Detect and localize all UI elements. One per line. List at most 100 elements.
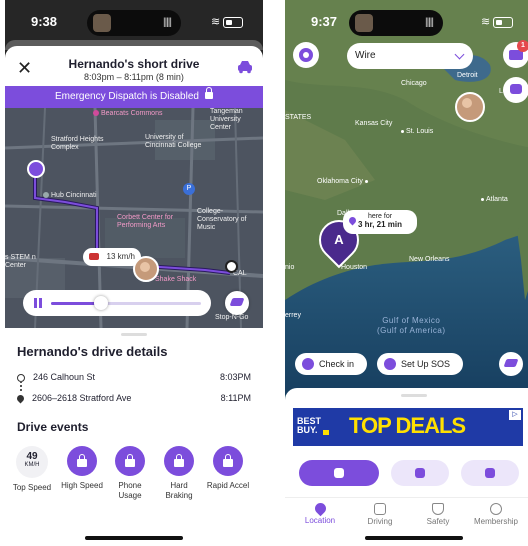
here-for-bubble[interactable]: here for 3 hr, 21 min [343,210,417,234]
playback-knob[interactable] [93,296,108,310]
left-phone-screen: 9:38 ||||| ≋ ✕ Hernando's short drive 8:… [5,0,263,546]
high-speed-lock-badge [67,446,97,476]
tab-safety[interactable]: Safety [409,498,467,526]
dynamic-island: ||||| [349,10,443,36]
circle-selector[interactable]: Wire [347,43,473,69]
map-label-errey: errey [285,312,301,319]
pause-icon[interactable] [33,298,43,308]
dynamic-island: ||||| [87,10,181,36]
activity-thumbnail [93,14,111,32]
drive-time-range: 8:03pm – 8:11pm (8 min) [84,72,184,82]
speed-bubble-text: 13 km/h [106,252,135,261]
sos-icon [384,358,396,370]
people-icon [334,468,344,478]
city-new-orleans: New Orleans [409,256,450,263]
city-kansas-city: Kansas City [355,120,393,127]
lock-icon [174,454,184,467]
event-high-speed[interactable]: High Speed [60,446,104,491]
segment-people[interactable] [299,460,379,486]
emergency-dispatch-banner[interactable]: Emergency Dispatch is Disabled [5,86,263,108]
check-in-button[interactable]: Check in [295,353,367,375]
status-icons: ≋ [211,15,244,28]
circle-selector-value: Wire [355,50,376,61]
map-label-states: STATES [285,114,312,121]
event-phone-usage[interactable]: Phone Usage [108,446,152,501]
car-icon [374,503,386,515]
audio-wave-icon: ||||| [163,17,172,28]
layers-icon[interactable] [225,291,249,315]
layers-icon[interactable] [499,352,523,376]
ad-banner[interactable]: BEST BUY. TOP DEALS ▷ [293,408,523,446]
ad-choices-icon[interactable]: ▷ [509,410,521,420]
mail-badge: 1 [517,40,528,52]
event-label: High Speed [61,481,103,490]
event-label: Hard Braking [165,481,193,500]
membership-badge-icon [490,503,502,515]
check-in-icon [302,358,314,370]
event-label: Top Speed [12,483,52,492]
chevron-down-icon [454,49,465,60]
car-icon[interactable] [237,60,253,74]
home-indicator[interactable] [85,536,183,540]
settings-gear-icon[interactable] [293,42,319,68]
playback-track[interactable] [51,296,201,310]
map-label-shake-shack: Shake Shack [155,276,197,283]
sheet-grip[interactable] [121,333,147,336]
end-marker-icon[interactable] [225,260,238,273]
set-up-sos-button[interactable]: Set Up SOS [377,353,463,375]
audio-wave-icon: ||||| [425,17,434,28]
top-speed-circle: 49 KM/H [16,446,48,478]
map-label-stop-n-go: Stop-N-Go [215,314,249,321]
map-label-uc: University of Cincinnati College [145,134,202,149]
tab-driving[interactable]: Driving [351,498,409,526]
tab-membership[interactable]: Membership [467,498,525,526]
stop-end-time: 8:11PM [220,393,251,403]
segment-items[interactable] [391,460,449,486]
tab-location[interactable]: Location [291,498,349,525]
city-st-louis: St. Louis [401,128,433,135]
route-connector [20,381,24,391]
home-indicator[interactable] [365,536,463,540]
segment-places[interactable] [461,460,519,486]
gulf-label: Gulf of Mexico (Gulf of America) [377,316,446,335]
playback-bar [23,290,211,316]
chat-icon[interactable] [503,77,528,103]
status-time: 9:38 [31,14,58,29]
map-label-conservatory: College-Conservatory of Music [197,208,247,231]
drive-title: Hernando's short drive [68,57,200,71]
stop-start-time: 8:03PM [219,372,251,382]
shield-icon [432,503,444,515]
stop-start: 246 Calhoun St [17,372,95,382]
wifi-icon: ≋ [481,16,491,28]
map-label-hub: Hub Cincinnati [43,192,97,200]
event-top-speed[interactable]: 49 KM/H Top Speed [10,446,54,493]
stop-end: 2606–2618 Stratford Ave [15,393,131,404]
start-marker-icon[interactable] [27,160,45,178]
sheet-grip[interactable] [401,394,427,397]
phone-usage-lock-badge [115,446,145,476]
lock-icon [223,454,233,467]
pin-icon [15,393,26,404]
map-label-stem: s STEM n Center [5,254,36,269]
mini-car-icon [89,253,99,260]
city-chicago: Chicago [401,80,427,87]
map-label-stratford: Stratford Heights Complex [51,136,104,151]
lock-icon [204,87,213,99]
rapid-accel-lock-badge [213,446,243,476]
ad-headline: TOP DEALS [349,413,466,438]
tab-bar: Location Driving Safety Membership [285,497,528,538]
city-detroit: Detroit [457,72,478,79]
right-phone-screen: Chicago Detroit London STATES Kansas Cit… [285,0,528,546]
event-rapid-accel[interactable]: Rapid Accel [206,446,250,491]
activity-thumbnail [355,14,373,32]
member-avatar[interactable] [455,92,485,122]
lock-icon [77,454,87,467]
city-houston: Houston [341,264,368,271]
driver-avatar[interactable] [133,256,159,282]
wifi-icon: ≋ [211,16,221,28]
map-label-nio: nio [285,264,295,271]
map-label-corbett: Corbett Center for Performing Arts [117,214,174,229]
event-label: Phone Usage [118,481,142,500]
event-hard-braking[interactable]: Hard Braking [157,446,201,501]
status-bar: 9:38 ||||| ≋ [5,0,263,40]
